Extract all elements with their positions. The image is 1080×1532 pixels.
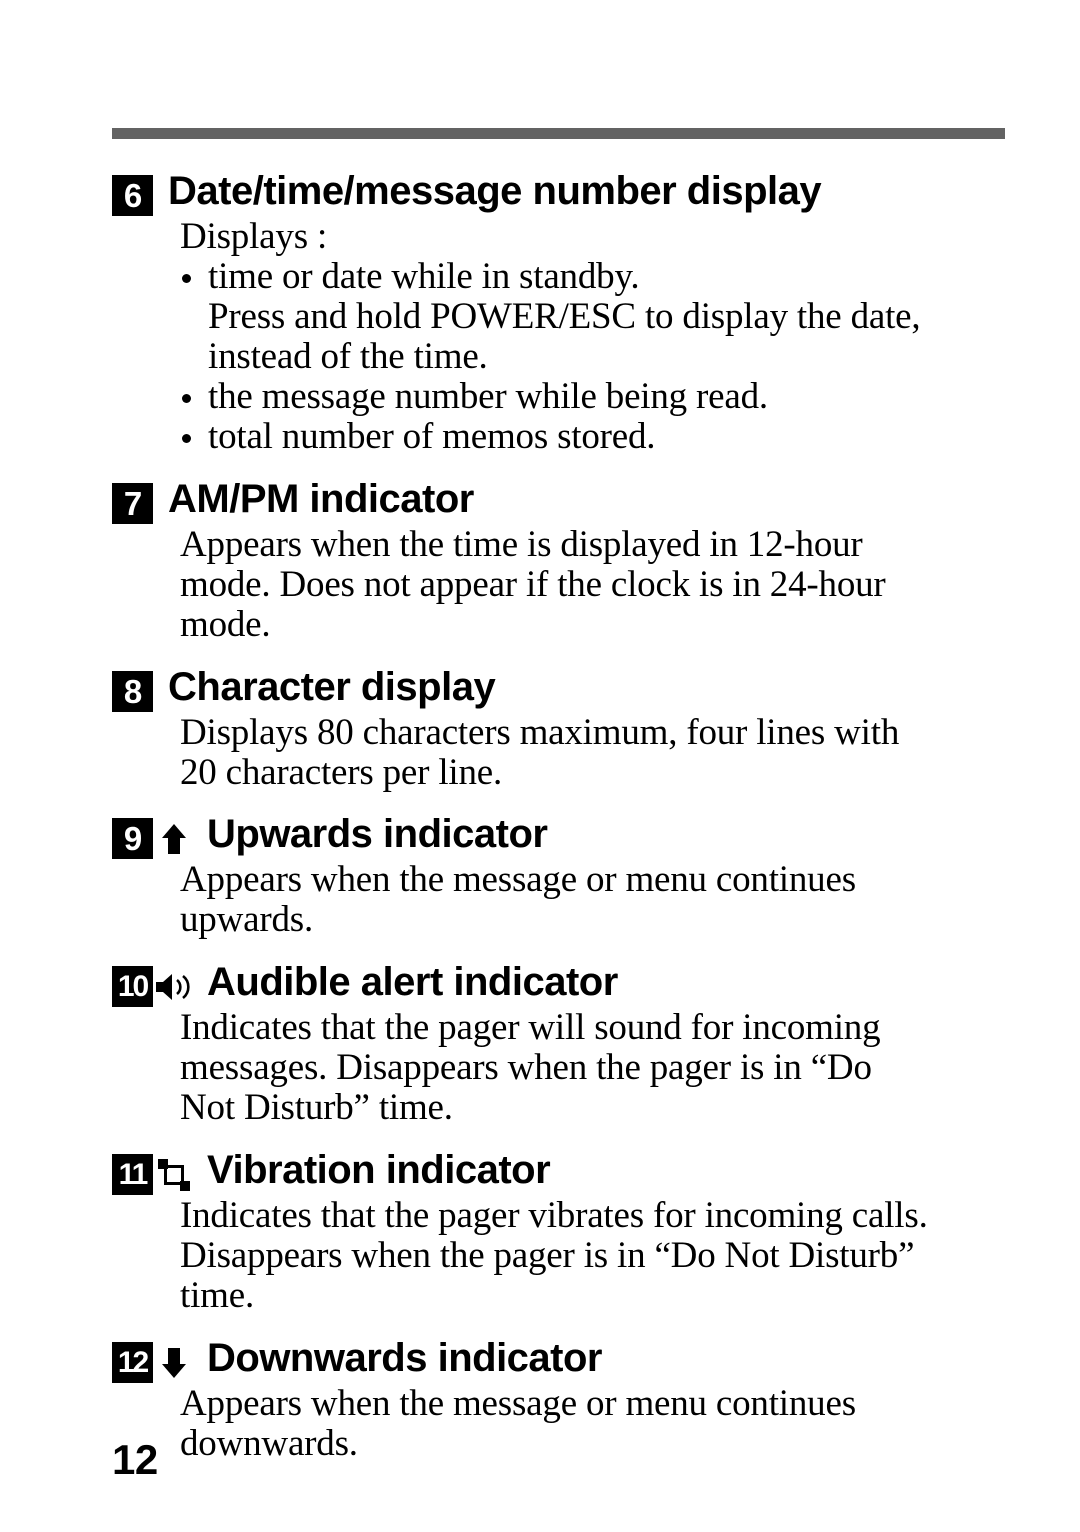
section-heading: Date/time/message number display	[168, 169, 822, 213]
section-heading: Downwards indicator	[207, 1336, 603, 1381]
list-item: the message number while being read.	[180, 375, 1006, 417]
section-6-lead: Displays :	[180, 216, 328, 257]
section-9: 9 Upwards indicator Appears when the mes…	[112, 812, 1006, 940]
section-heading: Audible alert indicator	[207, 960, 618, 1005]
body-line: Appears when the message or menu continu…	[180, 1383, 856, 1425]
section-9-heading-row: 9 Upwards indicator	[112, 812, 1006, 860]
vibration-icon	[153, 1154, 195, 1195]
header-rule	[112, 128, 1005, 139]
section-12-body: Appears when the message or menu continu…	[180, 1384, 1006, 1464]
section-7-body: Appears when the time is displayed in 12…	[180, 523, 1006, 645]
bullet-dot-icon	[182, 274, 191, 284]
list-item: total number of memos stored.	[180, 415, 1006, 457]
section-7-heading-row: 7 AM/PM indicator	[112, 477, 1006, 524]
speaker-icon	[153, 966, 195, 1007]
body-line: Indicates that the pager vibrates for in…	[180, 1195, 928, 1237]
section-number-badge: 6	[112, 175, 153, 216]
body-line: Indicates that the pager will sound for …	[180, 1007, 881, 1049]
section-number-badge: 12	[112, 1342, 153, 1384]
bullet-line: Press and hold POWER/ESC to display the …	[208, 295, 921, 337]
section-6: 6 Date/time/message number display Displ…	[112, 169, 1006, 457]
body-line: Appears when the message or menu continu…	[180, 859, 856, 901]
section-heading: Vibration indicator	[207, 1148, 551, 1193]
page-content: 6 Date/time/message number display Displ…	[112, 128, 1006, 1466]
manual-page: 6 Date/time/message number display Displ…	[0, 0, 1080, 1532]
body-line: downwards.	[180, 1423, 358, 1465]
bullet-line: time or date while in standby.	[208, 255, 640, 297]
body-line: upwards.	[180, 899, 314, 941]
body-line: 20 characters per line.	[180, 751, 503, 793]
arrow-down-icon	[153, 1342, 195, 1383]
section-number-badge: 9	[112, 818, 153, 860]
section-10-body: Indicates that the pager will sound for …	[180, 1008, 1006, 1128]
page-number: 12	[112, 1436, 158, 1483]
bullet-line: the message number while being read.	[208, 375, 768, 417]
body-line: Not Disturb” time.	[180, 1087, 453, 1129]
section-number-badge: 11	[112, 1154, 153, 1196]
body-line: Disappears when the pager is in “Do Not …	[180, 1235, 915, 1277]
body-line: Appears when the time is displayed in 12…	[180, 523, 863, 565]
arrow-up-icon	[153, 818, 195, 859]
section-6-bullet-list: time or date while in standby. Press and…	[180, 255, 1006, 457]
section-8: 8 Character display Displays 80 characte…	[112, 665, 1006, 793]
section-8-heading-row: 8 Character display	[112, 665, 1006, 712]
body-line: Displays 80 characters maximum, four lin…	[180, 711, 900, 753]
section-10-heading-row: 10 Audible alert indicator	[112, 960, 1006, 1008]
body-line: messages. Disappears when the pager is i…	[180, 1047, 872, 1089]
section-11: 11 Vibration indicator Indicates that th…	[112, 1148, 1006, 1316]
section-11-heading-row: 11 Vibration indicator	[112, 1148, 1006, 1196]
section-11-body: Indicates that the pager vibrates for in…	[180, 1196, 1006, 1316]
body-line: mode. Does not appear if the clock is in…	[180, 563, 886, 605]
section-12: 12 Downwards indicator Appears when the …	[112, 1336, 1006, 1464]
bullet-line: instead of the time.	[208, 335, 488, 377]
section-9-body: Appears when the message or menu continu…	[180, 860, 1006, 940]
section-12-heading-row: 12 Downwards indicator	[112, 1336, 1006, 1384]
section-6-heading-row: 6 Date/time/message number display	[112, 169, 1006, 216]
body-line: mode.	[180, 603, 271, 645]
section-heading: Character display	[168, 664, 496, 709]
section-7: 7 AM/PM indicator Appears when the time …	[112, 477, 1006, 645]
section-number-badge: 8	[112, 670, 153, 712]
section-8-body: Displays 80 characters maximum, four lin…	[180, 711, 1006, 793]
section-10: 10 Audible alert indicator Indicates tha…	[112, 960, 1006, 1128]
section-number-badge: 7	[112, 482, 153, 524]
bullet-line: total number of memos stored.	[208, 415, 656, 457]
list-item: time or date while in standby. Press and…	[180, 255, 1006, 377]
bullet-dot-icon	[182, 434, 191, 444]
section-heading: AM/PM indicator	[168, 476, 474, 521]
section-heading: Upwards indicator	[207, 812, 548, 857]
section-number-badge: 10	[112, 966, 153, 1008]
bullet-dot-icon	[182, 394, 191, 404]
body-line: time.	[180, 1275, 255, 1317]
section-6-body: Displays : time or date while in standby…	[180, 217, 1006, 457]
